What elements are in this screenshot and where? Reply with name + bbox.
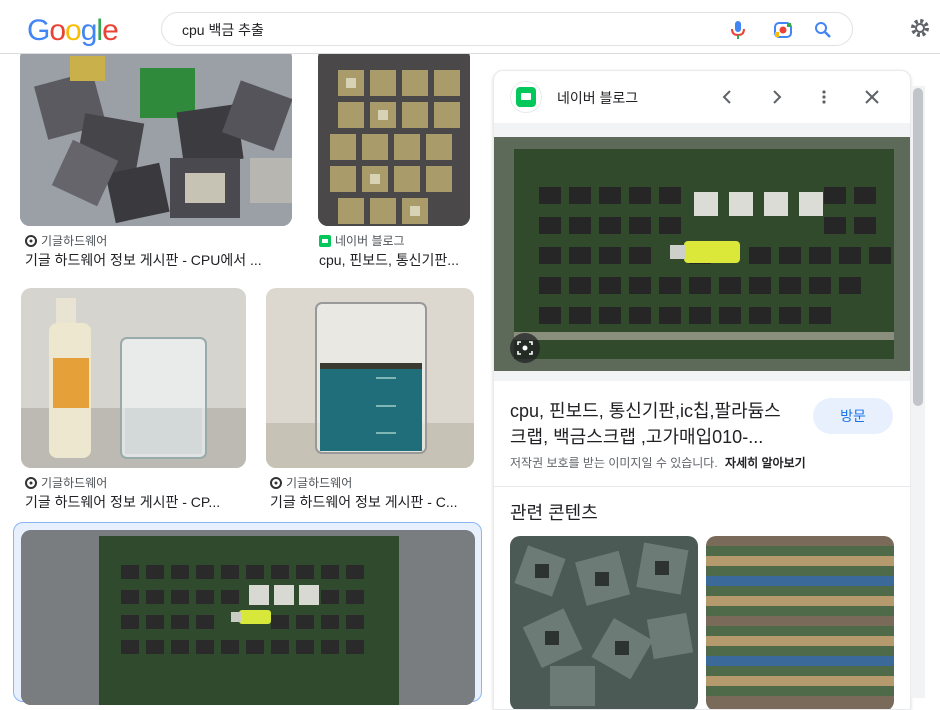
top-bar: Google <box>0 0 940 54</box>
learn-more-link[interactable]: 자세히 알아보기 <box>725 456 806 470</box>
lens-icon[interactable] <box>772 19 794 41</box>
result-title[interactable]: 기글 하드웨어 정보 게시판 - CP... <box>25 492 250 512</box>
selected-image-result[interactable] <box>13 522 482 705</box>
result-title[interactable]: 기글 하드웨어 정보 게시판 - C... <box>270 492 475 512</box>
result-image-cpu-grid[interactable] <box>318 48 470 226</box>
naver-blog-icon <box>319 234 331 247</box>
chevron-left-icon[interactable] <box>716 85 740 109</box>
image-preview-panel: 네이버 블로그 cpu, 핀보드, 통신기판,ic칩,팔라듐스크랩, 백금스크랩… <box>493 70 911 710</box>
result-source[interactable]: 기글하드웨어 <box>270 474 352 491</box>
visit-button[interactable]: 방문 <box>813 398 893 434</box>
panel-preview-image[interactable] <box>494 137 910 371</box>
panel-title[interactable]: cpu, 핀보드, 통신기판,ic칩,팔라듐스크랩, 백금스크랩 ,고가매입01… <box>510 398 796 450</box>
related-image-chips[interactable] <box>510 536 698 709</box>
search-input[interactable] <box>182 20 702 40</box>
related-heading: 관련 콘텐츠 <box>510 503 598 523</box>
panel-image-frame <box>494 123 910 381</box>
gear-icon[interactable] <box>908 16 932 40</box>
result-source[interactable]: 기글하드웨어 <box>25 232 107 249</box>
result-source[interactable]: 네이버 블로그 <box>319 232 405 249</box>
result-image-cpu-pile[interactable] <box>20 48 292 226</box>
copyright-notice: 저작권 보호를 받는 이미지일 수 있습니다. 자세히 알아보기 <box>510 456 806 470</box>
google-logo[interactable]: Google <box>27 14 119 48</box>
search-icon[interactable] <box>812 19 834 41</box>
result-image-bottle-beaker[interactable] <box>21 288 246 468</box>
result-source[interactable]: 기글하드웨어 <box>25 474 107 491</box>
panel-source[interactable]: 네이버 블로그 <box>557 88 638 108</box>
chevron-right-icon[interactable] <box>764 85 788 109</box>
naver-blog-icon <box>510 81 542 113</box>
related-image-boards-stack[interactable] <box>706 536 894 709</box>
search-box[interactable] <box>161 12 853 46</box>
scrollbar-thumb[interactable] <box>913 88 923 406</box>
result-image-blue-beaker[interactable] <box>266 288 474 468</box>
lens-scan-icon[interactable] <box>510 333 540 363</box>
close-icon[interactable] <box>860 85 884 109</box>
gigglehd-icon <box>25 234 37 247</box>
result-title[interactable]: cpu, 핀보드, 통신기판... <box>319 250 471 270</box>
panel-scrollbar[interactable] <box>911 86 925 698</box>
divider <box>494 486 910 487</box>
gigglehd-icon <box>270 476 282 489</box>
more-vert-icon[interactable] <box>812 85 836 109</box>
gigglehd-icon <box>25 476 37 489</box>
result-title[interactable]: 기글 하드웨어 정보 게시판 - CPU에서 ... <box>25 250 290 270</box>
mic-icon[interactable] <box>727 19 749 41</box>
result-image-circuit-board[interactable] <box>21 530 475 705</box>
